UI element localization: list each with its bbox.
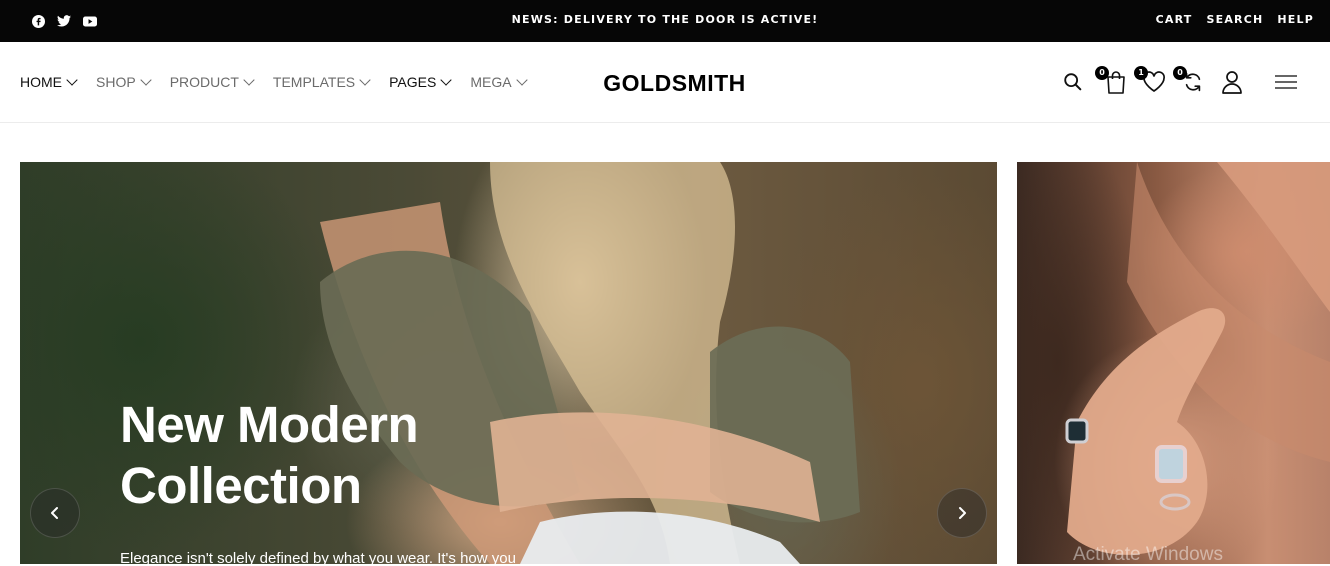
cart-link[interactable]: CART	[1156, 13, 1193, 26]
hero-title: New Modern Collection	[120, 396, 419, 514]
user-icon[interactable]	[1220, 69, 1246, 95]
help-link[interactable]: HELP	[1277, 13, 1314, 26]
search-icon[interactable]	[1062, 71, 1088, 97]
hamburger-menu-icon[interactable]	[1274, 71, 1300, 97]
slider-next-button[interactable]	[937, 488, 987, 538]
search-link[interactable]: SEARCH	[1207, 13, 1264, 26]
hero-description: Elegance isn't solely defined by what yo…	[120, 550, 516, 564]
news-ticker: NEWS: DELIVERY TO THE DOOR IS ACTIVE!	[511, 13, 819, 26]
side-banner-image[interactable]	[1017, 162, 1330, 564]
top-announcement-bar: NEWS: DELIVERY TO THE DOOR IS ACTIVE! CA…	[0, 0, 1330, 42]
top-utility-links: CART SEARCH HELP	[1156, 13, 1314, 26]
compare-count-badge: 0	[1173, 66, 1187, 80]
cart-count-badge: 0	[1095, 66, 1109, 80]
header-actions: 0 1 0	[1000, 66, 1330, 99]
slider-prev-button[interactable]	[30, 488, 80, 538]
hero-slider: New Modern Collection Elegance isn't sol…	[20, 162, 997, 564]
chevron-left-icon	[51, 507, 58, 519]
os-activation-watermark: Activate Windows	[1073, 544, 1223, 565]
wishlist-count-badge: 1	[1134, 66, 1148, 80]
chevron-right-icon	[959, 507, 966, 519]
site-header: HOME SHOP PRODUCT TEMPLATES PAGES MEGA G…	[0, 42, 1330, 123]
